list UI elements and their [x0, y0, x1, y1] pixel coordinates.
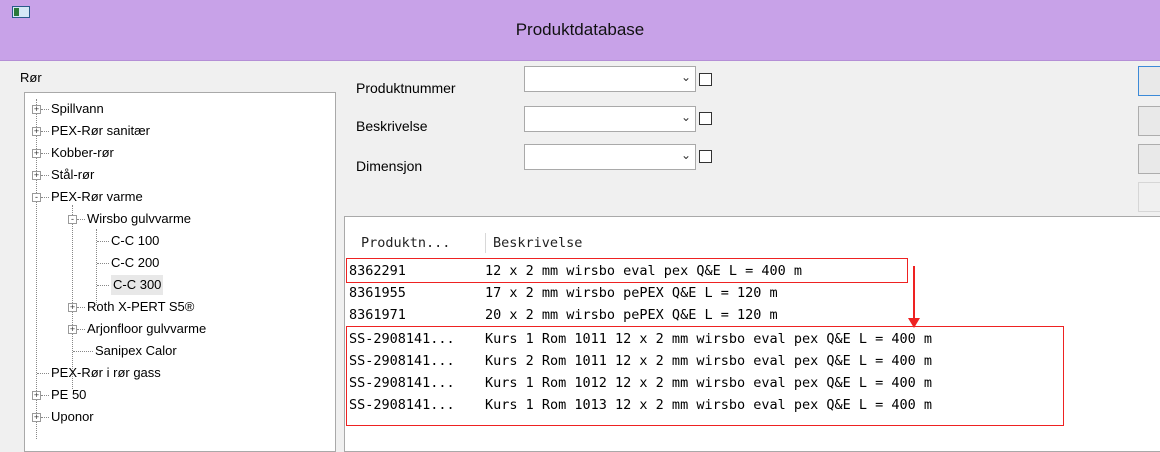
- beskrivelse-label: Beskrivelse: [356, 118, 428, 134]
- tree-item-label: C-C 100: [111, 233, 160, 248]
- product-number: 8361971: [349, 307, 406, 323]
- produktnummer-label: Produktnummer: [356, 80, 456, 96]
- beskrivelse-combo[interactable]: ⌄: [524, 106, 696, 132]
- tree-item-label: Stål-rør: [51, 167, 95, 182]
- chevron-down-icon[interactable]: ⌄: [681, 110, 691, 124]
- product-description: 20 x 2 mm wirsbo pePEX Q&E L = 120 m: [485, 307, 778, 323]
- tree-item-label: Sanipex Calor: [95, 343, 177, 358]
- window-title: Produktdatabase: [515, 20, 645, 39]
- tree-item-label: PEX-Rør sanitær: [51, 123, 150, 138]
- expand-plus-icon[interactable]: +: [68, 303, 77, 312]
- chevron-down-icon[interactable]: ⌄: [681, 148, 691, 162]
- tree-item-label: C-C 200: [111, 255, 160, 270]
- tree-group-label: Rør: [20, 70, 42, 85]
- title-bar[interactable]: Produktdatabase: [0, 0, 1160, 61]
- collapse-minus-icon[interactable]: -: [32, 193, 41, 202]
- annotation-highlight-box: [346, 326, 1064, 426]
- tree-item-label: PEX-Rør varme: [51, 189, 143, 204]
- tree-item-label: Spillvann: [51, 101, 104, 116]
- dimensjon-combo[interactable]: ⌄: [524, 144, 696, 170]
- action-button-disabled[interactable]: [1138, 182, 1160, 212]
- annotation-highlight-box: [346, 258, 908, 283]
- tree-item-label: Uponor: [51, 409, 94, 424]
- tree-connector: [72, 205, 73, 389]
- tree-item-label: PEX-Rør i rør gass: [51, 365, 161, 380]
- produktnummer-checkbox[interactable]: [699, 73, 712, 86]
- expand-plus-icon[interactable]: +: [32, 391, 41, 400]
- expand-plus-icon[interactable]: +: [32, 171, 41, 180]
- annotation-arrow: [913, 266, 915, 322]
- tree-item-label: PE 50: [51, 387, 87, 402]
- tree-item-label: Roth X-PERT S5®: [87, 299, 195, 314]
- tree-item-label: Arjonfloor gulvvarme: [87, 321, 207, 336]
- column-header-produktnummer[interactable]: Produktn...: [361, 235, 450, 251]
- action-button[interactable]: [1138, 144, 1160, 174]
- tree-item-label: C-C 300: [111, 275, 164, 295]
- chevron-down-icon[interactable]: ⌄: [681, 70, 691, 84]
- search-button[interactable]: [1138, 66, 1160, 96]
- action-button[interactable]: [1138, 106, 1160, 136]
- expand-plus-icon[interactable]: +: [68, 325, 77, 334]
- column-divider[interactable]: [485, 233, 486, 253]
- dimensjon-label: Dimensjon: [356, 158, 423, 174]
- list-item[interactable]: 8361955 17 x 2 mm wirsbo pePEX Q&E L = 12…: [349, 283, 778, 303]
- category-tree[interactable]: + Spillvann + PEX-Rør sanitær + Kobber-r…: [24, 92, 336, 452]
- expand-plus-icon[interactable]: +: [32, 149, 41, 158]
- dimensjon-checkbox[interactable]: [699, 150, 712, 163]
- produktnummer-combo[interactable]: ⌄: [524, 66, 696, 92]
- tree-item-label: Kobber-rør: [51, 145, 114, 160]
- product-description: 17 x 2 mm wirsbo pePEX Q&E L = 120 m: [485, 285, 778, 301]
- app-window-icon[interactable]: [12, 6, 30, 18]
- column-header-beskrivelse[interactable]: Beskrivelse: [493, 235, 582, 251]
- expand-plus-icon[interactable]: +: [32, 127, 41, 136]
- tree-item-label: Wirsbo gulvvarme: [87, 211, 192, 226]
- expand-plus-icon[interactable]: +: [32, 105, 41, 114]
- beskrivelse-checkbox[interactable]: [699, 112, 712, 125]
- product-number: 8361955: [349, 285, 406, 301]
- expand-plus-icon[interactable]: +: [32, 413, 41, 422]
- list-item[interactable]: 8361971 20 x 2 mm wirsbo pePEX Q&E L = 12…: [349, 305, 778, 325]
- collapse-minus-icon[interactable]: -: [68, 215, 77, 224]
